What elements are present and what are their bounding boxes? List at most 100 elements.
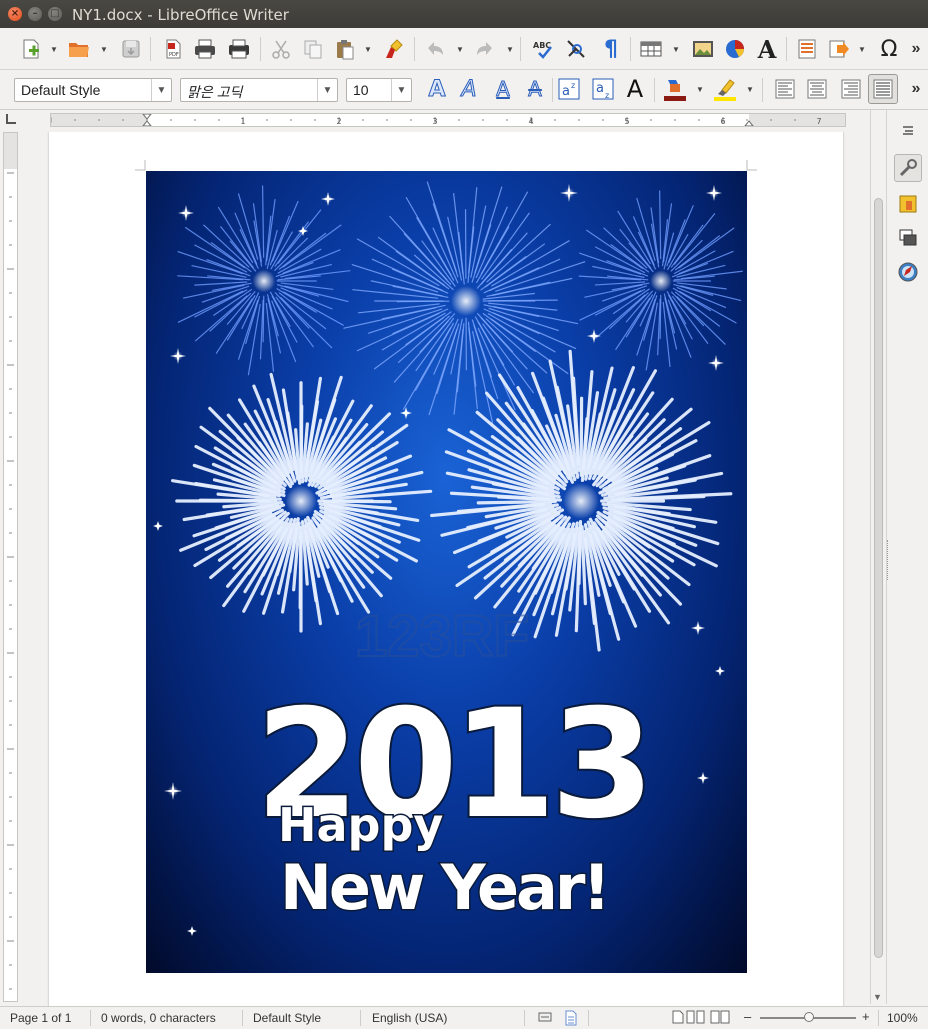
fontwork-icon[interactable]: A xyxy=(754,36,780,62)
zoom-out-button[interactable]: – xyxy=(744,1009,751,1024)
save-icon[interactable] xyxy=(118,36,144,62)
character-icon[interactable]: A xyxy=(622,76,648,102)
bold-icon[interactable]: A xyxy=(424,76,450,102)
scroll-down-icon[interactable]: ▼ xyxy=(873,992,882,1002)
redo-icon[interactable] xyxy=(472,36,498,62)
chevron-down-icon[interactable]: ▼ xyxy=(151,79,171,101)
copy-icon[interactable] xyxy=(300,36,326,62)
formatting-overflow-icon[interactable]: » xyxy=(906,76,926,102)
title-bar: × – □ NY1.docx - LibreOffice Writer xyxy=(0,0,928,28)
document-modified-icon[interactable] xyxy=(564,1010,578,1029)
undo-icon[interactable] xyxy=(422,36,448,62)
font-size-combo[interactable]: 10 ▼ xyxy=(346,78,412,102)
maximize-window-button[interactable]: □ xyxy=(48,7,62,21)
font-size-value: 10 xyxy=(353,82,369,98)
zoom-slider-handle[interactable] xyxy=(804,1012,814,1022)
print-preview-icon[interactable] xyxy=(226,36,252,62)
table-dropdown[interactable]: ▼ xyxy=(672,36,680,62)
align-right-icon[interactable] xyxy=(838,76,864,102)
image-icon[interactable] xyxy=(690,36,716,62)
book-view-icon[interactable] xyxy=(710,1010,730,1027)
navigator-icon[interactable] xyxy=(894,258,922,286)
table-icon[interactable] xyxy=(638,36,664,62)
toolbar-separator xyxy=(150,37,151,61)
firework-burst xyxy=(178,186,350,375)
formatting-marks-icon[interactable]: ¶ xyxy=(598,36,624,62)
new-icon[interactable] xyxy=(18,36,44,62)
overflow-icon[interactable]: » xyxy=(906,36,926,62)
status-separator xyxy=(242,1010,243,1026)
tab-stop-selector[interactable] xyxy=(6,114,16,124)
undo-dropdown[interactable]: ▼ xyxy=(456,36,464,62)
gallery-icon[interactable] xyxy=(894,224,922,252)
header-footer-icon[interactable] xyxy=(794,36,820,62)
status-separator xyxy=(878,1010,879,1026)
greeting-text: 2013 Happy New Year! xyxy=(255,678,648,924)
paste-dropdown[interactable]: ▼ xyxy=(364,36,372,62)
horizontal-ruler[interactable]: 1234567 xyxy=(50,113,846,127)
vertical-scrollbar[interactable]: ▼ xyxy=(870,110,886,1004)
highlight-dropdown[interactable]: ▼ xyxy=(746,76,754,102)
vertical-ruler[interactable] xyxy=(3,132,18,1002)
new-year-image[interactable]: 123RF 2013 Happy New Year! xyxy=(146,171,747,973)
align-center-icon[interactable] xyxy=(804,76,830,102)
sparkle-star xyxy=(153,521,163,531)
zoom-level[interactable]: 100% xyxy=(887,1011,918,1025)
paragraph-style-value: Default Style xyxy=(21,82,100,98)
vertical-ruler-scale xyxy=(4,133,17,1001)
paragraph-style-combo[interactable]: Default Style ▼ xyxy=(14,78,172,102)
multi-page-view-icon[interactable] xyxy=(686,1010,706,1027)
scrollbar-thumb[interactable] xyxy=(874,198,883,958)
new-dropdown[interactable]: ▼ xyxy=(50,36,58,62)
single-page-view-icon[interactable] xyxy=(672,1010,684,1027)
special-character-icon[interactable]: Ω xyxy=(876,36,902,62)
clone-formatting-icon[interactable] xyxy=(382,36,408,62)
open-icon[interactable] xyxy=(66,36,92,62)
toolbar-separator xyxy=(762,78,763,102)
page-style[interactable]: Default Style xyxy=(253,1011,321,1025)
close-window-button[interactable]: × xyxy=(8,7,22,21)
italic-icon[interactable]: A xyxy=(456,76,482,102)
chevron-down-icon[interactable]: ▼ xyxy=(317,79,337,101)
minimize-window-button[interactable]: – xyxy=(28,7,42,21)
export-pdf-icon[interactable]: PDF xyxy=(160,36,186,62)
open-dropdown[interactable]: ▼ xyxy=(100,36,108,62)
properties-icon[interactable] xyxy=(894,154,922,182)
superscript-icon[interactable]: az xyxy=(556,76,582,102)
justify-icon[interactable] xyxy=(868,74,898,104)
font-name-combo[interactable]: 맑은 고딕 ▼ xyxy=(180,78,338,102)
sidebar-resize-handle[interactable] xyxy=(887,540,889,580)
font-color-dropdown[interactable]: ▼ xyxy=(696,76,704,102)
ruler-number: 6 xyxy=(720,117,725,126)
zoom-in-button[interactable]: + xyxy=(862,1009,870,1024)
hyperlink-icon[interactable] xyxy=(826,36,852,62)
toolbar-separator xyxy=(260,37,261,61)
spellcheck-icon[interactable]: ABC xyxy=(530,36,556,62)
document-area[interactable]: 123RF 2013 Happy New Year! xyxy=(20,132,868,1006)
paste-icon[interactable] xyxy=(332,36,358,62)
selection-mode-icon[interactable] xyxy=(538,1010,552,1027)
underline-icon[interactable]: A xyxy=(490,76,516,102)
redo-dropdown[interactable]: ▼ xyxy=(506,36,514,62)
cut-icon[interactable] xyxy=(268,36,294,62)
chart-icon[interactable] xyxy=(722,36,748,62)
autocorrect-icon[interactable] xyxy=(564,36,590,62)
highlight-icon[interactable] xyxy=(712,76,738,102)
align-left-icon[interactable] xyxy=(772,76,798,102)
chevron-down-icon[interactable]: ▼ xyxy=(391,79,411,101)
page-count[interactable]: Page 1 of 1 xyxy=(10,1011,71,1025)
subscript-icon[interactable]: az xyxy=(590,76,616,102)
strikethrough-icon[interactable]: A xyxy=(522,76,548,102)
font-color-icon[interactable] xyxy=(662,76,688,102)
styles-icon[interactable] xyxy=(894,190,922,218)
document-page[interactable]: 123RF 2013 Happy New Year! xyxy=(49,132,843,1006)
sparkle-star xyxy=(697,772,709,784)
word-count[interactable]: 0 words, 0 characters xyxy=(101,1011,216,1025)
ruler-number: 3 xyxy=(432,117,437,126)
language[interactable]: English (USA) xyxy=(372,1011,447,1025)
svg-text:z: z xyxy=(605,91,609,100)
sparkle-star xyxy=(706,185,722,201)
print-icon[interactable] xyxy=(192,36,218,62)
sidebar-menu-icon[interactable] xyxy=(894,116,922,144)
hyperlink-dropdown[interactable]: ▼ xyxy=(858,36,866,62)
